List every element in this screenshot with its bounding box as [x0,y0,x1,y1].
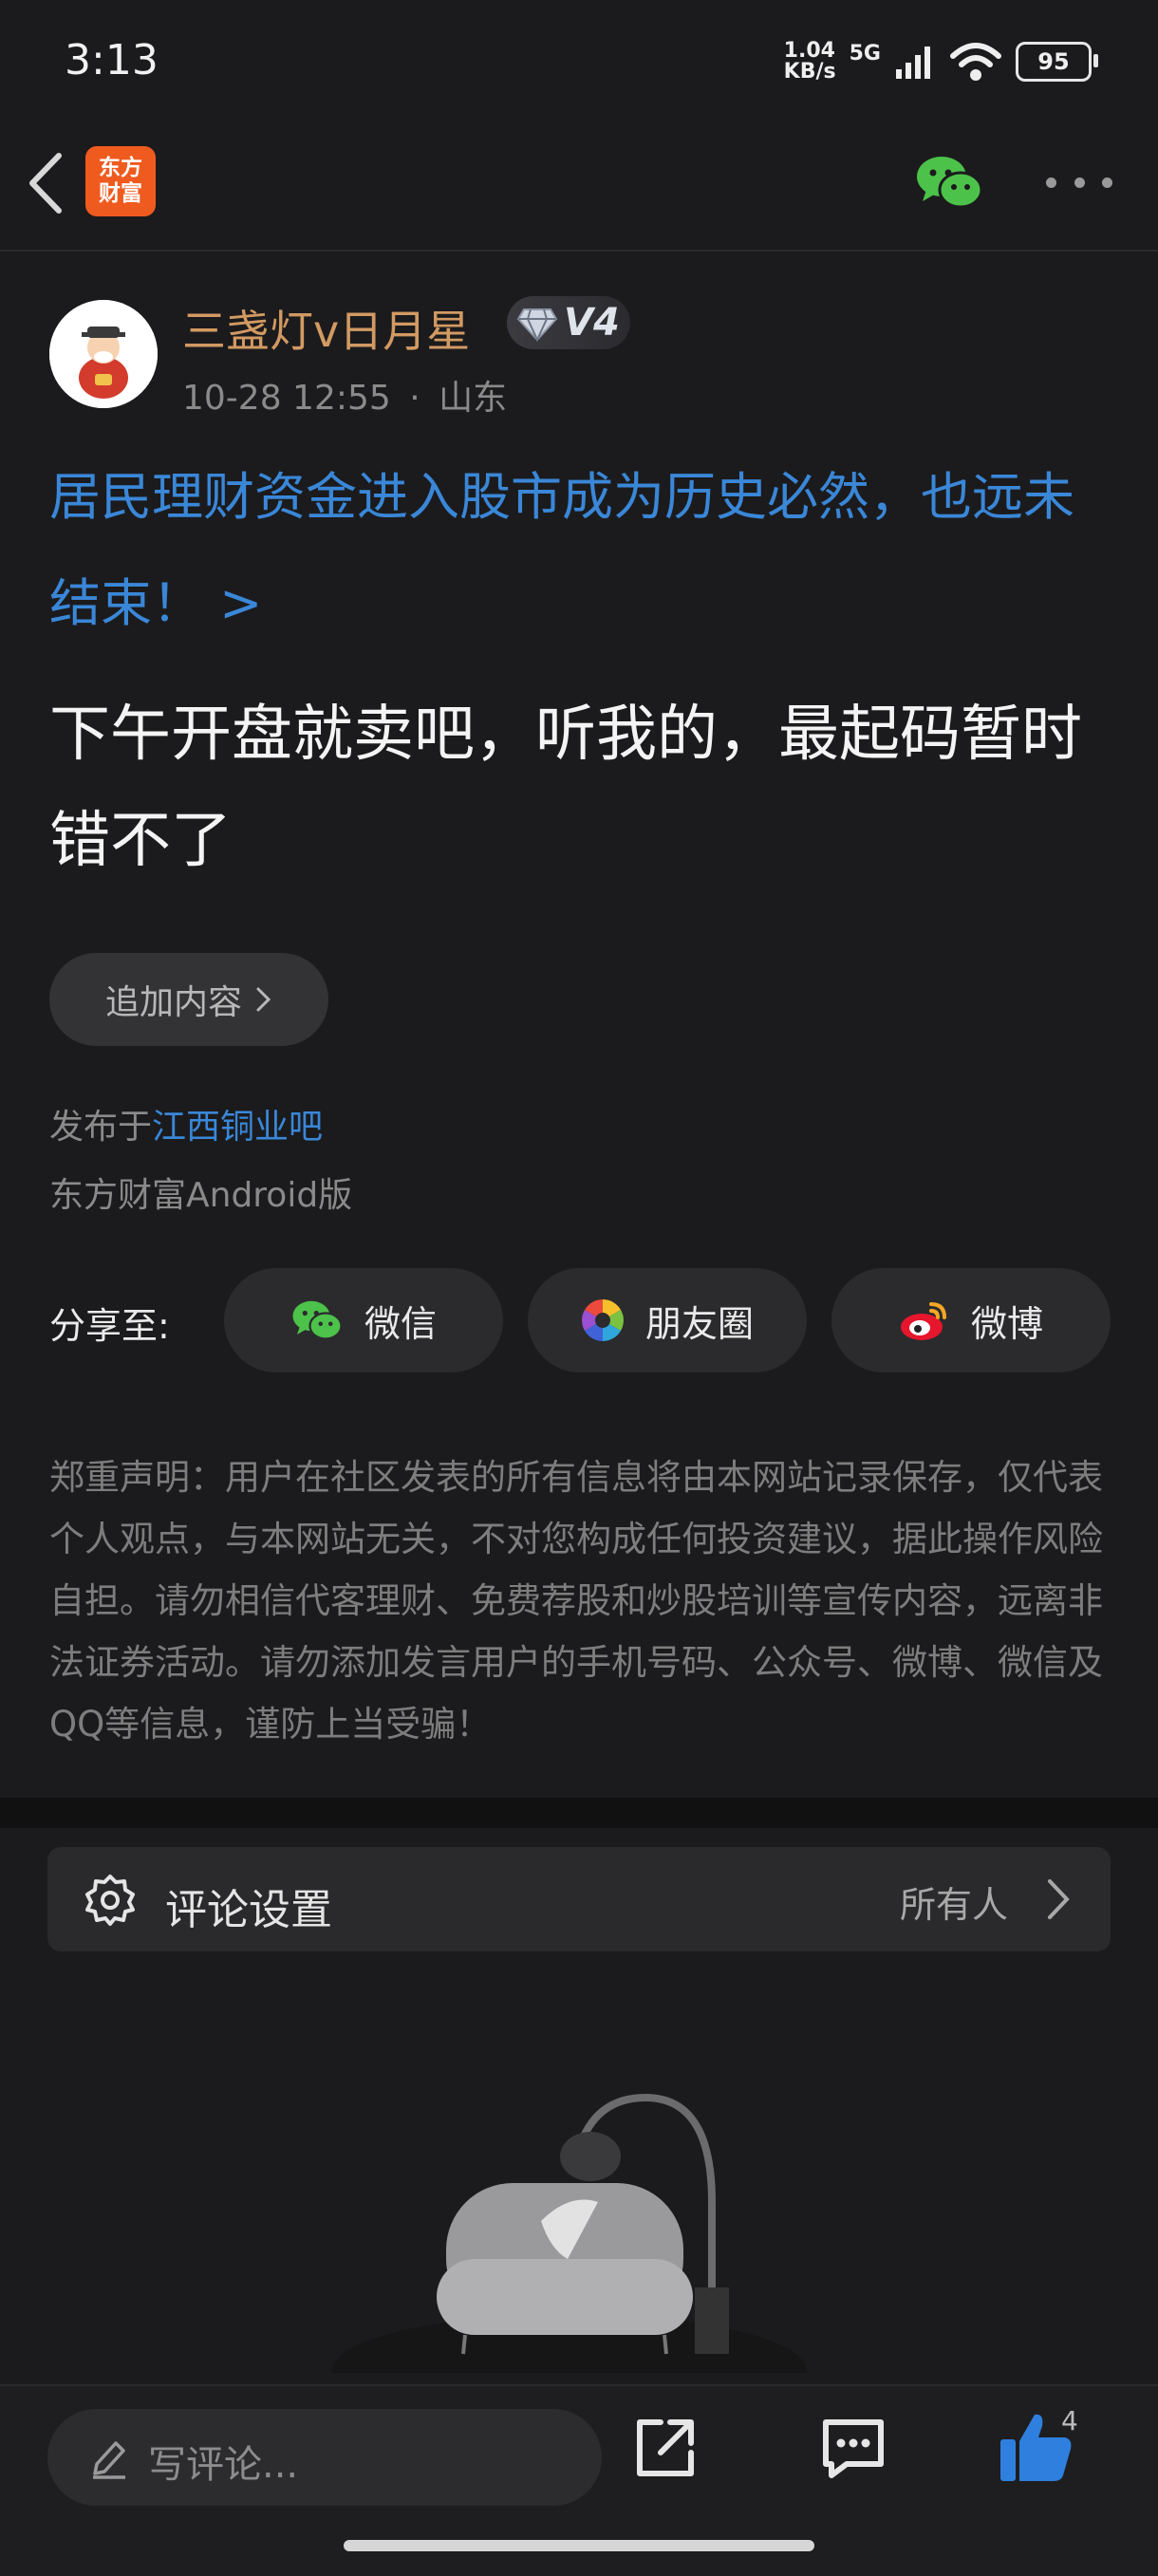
meta-separator: · [409,379,420,418]
dot [1074,177,1085,188]
comment-settings-value: 所有人 [899,1884,1008,1926]
status-time: 3:13 [65,36,159,84]
comment-placeholder: 写评论... [148,2443,299,2487]
chevron-right-icon [256,987,271,1012]
share-weibo-button[interactable]: 微博 [831,1268,1111,1372]
comment-input[interactable]: 写评论... [47,2409,602,2506]
share-weibo-label: 微博 [970,1302,1043,1345]
diamond-icon [516,308,558,342]
comment-icon[interactable] [818,2415,888,2481]
disclaimer: 郑重声明：用户在社区发表的所有信息将由本网站记录保存，仅代表个人观点，与本网站无… [49,1457,1103,1745]
header-divider [0,250,1158,252]
status-icons: 1.04 KB/s 5G 95 [783,38,1098,85]
share-label: 分享至: [49,1305,170,1347]
home-indicator[interactable] [344,2540,814,2551]
post-client: 东方财富Android版 [49,1176,353,1215]
app-logo[interactable]: 东方 财富 [85,146,156,216]
post-title-link[interactable]: 居民理财资金进入股市成为历史必然，也远未结束！ > [49,444,1122,657]
dot [1046,177,1056,188]
post-meta: 10-28 12:55 · 山东 [182,370,507,420]
post-body: 下午开盘就卖吧，听我的，最起码暂时错不了 [49,700,1082,876]
more-options-button[interactable] [1046,163,1112,201]
like-count: 4 [1061,2405,1078,2436]
back-button[interactable] [21,150,78,216]
dot [1102,177,1112,188]
pencil-icon [93,2441,125,2479]
gear-icon [85,1875,135,1926]
vip-badge: V4 [507,296,630,349]
post-location: 山东 [439,379,508,418]
forum-link[interactable]: 江西铜业吧 [152,1108,323,1147]
post-timestamp: 10-28 12:55 [182,379,391,418]
share-wechat-button[interactable]: 微信 [224,1268,503,1372]
comment-settings-row[interactable]: 评论设置 所有人 [47,1847,1111,1951]
wifi-icon [950,43,1001,81]
network-type: 5G [849,41,881,65]
share-icon[interactable] [632,2415,699,2481]
append-content-button[interactable]: 追加内容 [49,953,328,1046]
share-moments-button[interactable]: 朋友圈 [528,1268,807,1372]
published-in: 发布于江西铜业吧 [49,1099,323,1148]
append-label: 追加内容 [104,983,242,1022]
empty-comments-illustration [332,2093,807,2373]
wechat-share-icon[interactable] [915,152,983,213]
section-separator [0,1798,1158,1828]
author-avatar[interactable] [49,300,158,408]
signal-icon [896,47,930,79]
vip-level: V4 [564,301,620,345]
share-wechat-label: 微信 [364,1302,437,1345]
avatar-image [49,300,158,408]
comment-settings-label: 评论设置 [165,1886,332,1934]
author-name[interactable]: 三盏灯v日月星 [182,297,470,360]
chevron-right-icon [1048,1879,1070,1919]
battery-indicator: 95 [1016,42,1098,82]
share-moments-label: 朋友圈 [644,1302,754,1345]
wechat-icon [292,1300,343,1340]
weibo-icon [900,1302,946,1340]
published-prefix: 发布于 [49,1108,153,1147]
moments-icon [582,1299,624,1341]
net-speed: 1.04 KB/s [783,39,836,84]
